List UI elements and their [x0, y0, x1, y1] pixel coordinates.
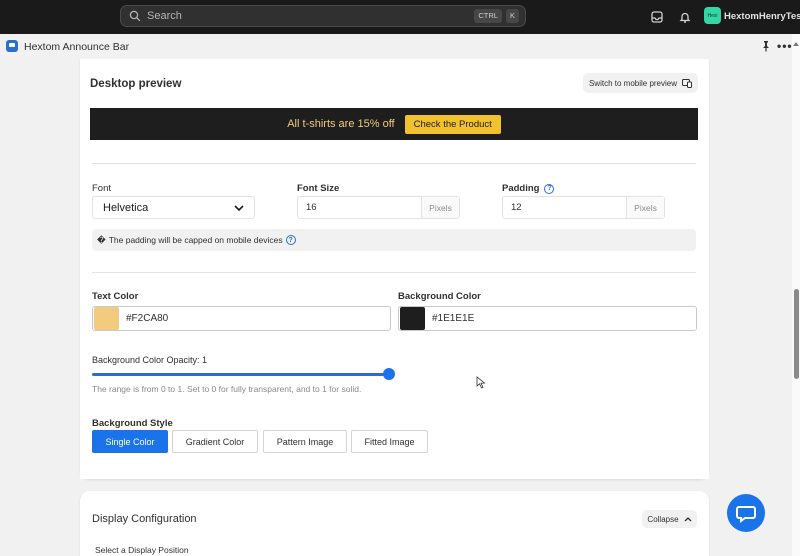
font-size-label: Font Size — [297, 183, 340, 194]
collapse-label: Collapse — [647, 514, 679, 524]
padding-field[interactable]: 12 Pixels — [502, 196, 665, 219]
display-config-card: Display Configuration Collapse Select a … — [80, 491, 709, 556]
divider — [92, 163, 696, 164]
card-bottom — [80, 469, 709, 479]
padding-info-banner: � The padding will be capped on mobile d… — [92, 229, 696, 251]
search-icon — [129, 10, 141, 22]
ctrl-key: CTRL — [474, 9, 502, 23]
font-label: Font — [92, 183, 112, 194]
help-icon[interactable]: ? — [285, 235, 296, 245]
pattern-image-option[interactable]: Pattern Image — [263, 430, 347, 453]
app-title-bar: Hextom Announce Bar ••• — [0, 34, 800, 59]
k-key: K — [505, 9, 519, 23]
help-icon[interactable]: ? — [544, 183, 555, 194]
font-size-value[interactable]: 16 — [298, 197, 421, 218]
chevron-down-icon — [234, 205, 244, 212]
text-color-swatch[interactable] — [94, 307, 119, 330]
search-bar[interactable]: Search CTRL K — [120, 5, 526, 27]
opacity-slider-track[interactable] — [92, 373, 388, 376]
scrollbar[interactable] — [792, 34, 800, 556]
display-position-label: Select a Display Position — [95, 545, 189, 555]
announcement-bar-preview: All t-shirts are 15% off Check the Produ… — [90, 108, 698, 140]
mouse-cursor-icon — [476, 376, 486, 389]
check-product-button[interactable]: Check the Product — [404, 114, 501, 134]
chat-button[interactable] — [727, 494, 765, 532]
search-placeholder: Search — [147, 10, 182, 22]
divider — [92, 272, 696, 273]
background-color-field[interactable]: #1E1E1E — [398, 306, 697, 331]
bell-icon[interactable] — [678, 10, 692, 24]
store-avatar[interactable]: Hexi — [704, 7, 721, 24]
background-color-value[interactable]: #1E1E1E — [432, 313, 474, 324]
padding-unit: Pixels — [626, 197, 664, 218]
text-color-value[interactable]: #F2CA80 — [126, 313, 168, 324]
settings-panel: Font Helvetica Font Size 16 Pixels Paddi… — [80, 150, 709, 479]
top-bar: Search CTRL K Hexi HextomHenryTest — [0, 0, 800, 34]
app-logo-icon — [6, 40, 18, 52]
padding-label-row: Padding ? — [502, 183, 555, 194]
scroll-up-arrow[interactable] — [793, 42, 799, 46]
chevron-up-icon — [684, 517, 692, 522]
padding-value[interactable]: 12 — [503, 197, 626, 218]
opacity-help-text: The range is from 0 to 1. Set to 0 for f… — [92, 384, 362, 394]
background-style-label: Background Style — [92, 418, 173, 429]
chat-icon — [736, 506, 756, 523]
display-config-title: Display Configuration — [92, 513, 197, 525]
background-color-swatch[interactable] — [400, 307, 425, 330]
single-color-option[interactable]: Single Color — [92, 430, 168, 453]
announcement-text: All t-shirts are 15% off — [287, 118, 395, 130]
gradient-color-option[interactable]: Gradient Color — [172, 430, 258, 453]
switch-to-mobile-label: Switch to mobile preview — [588, 78, 678, 88]
text-color-label: Text Color — [92, 291, 139, 302]
info-prefix: � — [97, 234, 106, 245]
search-shortcut: CTRL K — [474, 9, 519, 23]
padding-info-text: The padding will be capped on mobile dev… — [108, 235, 283, 245]
fitted-image-option[interactable]: Fitted Image — [351, 430, 428, 453]
font-select-value: Helvetica — [103, 201, 149, 214]
padding-label: Padding — [502, 183, 540, 194]
main-content: Desktop preview Switch to mobile preview… — [0, 59, 792, 556]
collapse-button[interactable]: Collapse — [642, 510, 697, 528]
switch-to-mobile-button[interactable]: Switch to mobile preview — [583, 73, 698, 93]
app-title: Hextom Announce Bar — [24, 41, 130, 53]
opacity-slider-thumb[interactable] — [383, 368, 395, 380]
scrollbar-thumb[interactable] — [794, 289, 799, 379]
devices-icon — [682, 78, 693, 88]
pin-icon[interactable] — [760, 40, 772, 52]
preview-title: Desktop preview — [90, 78, 182, 90]
font-select[interactable]: Helvetica — [92, 196, 255, 219]
text-color-field[interactable]: #F2CA80 — [92, 306, 391, 331]
more-options-icon[interactable]: ••• — [777, 39, 793, 53]
inbox-icon[interactable] — [650, 10, 664, 24]
font-size-unit: Pixels — [421, 197, 459, 218]
font-size-field[interactable]: 16 Pixels — [297, 196, 460, 219]
opacity-label: Background Color Opacity: 1 — [92, 355, 208, 365]
background-color-label: Background Color — [398, 291, 481, 302]
store-name[interactable]: HextomHenryTest — [724, 11, 800, 22]
